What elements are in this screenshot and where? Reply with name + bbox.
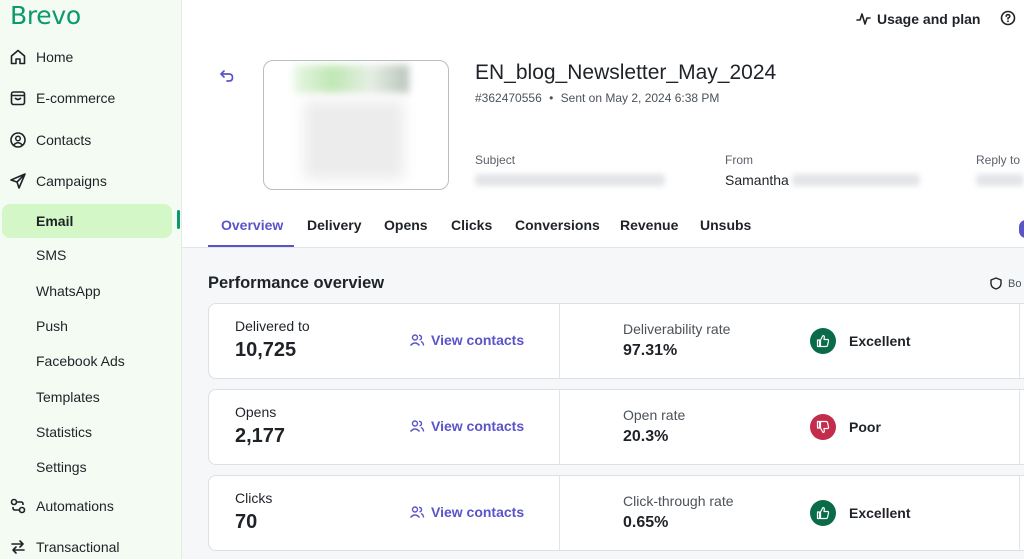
thumbs-up-icon [810, 500, 836, 526]
rate-label: Deliverability rate [623, 321, 731, 337]
user-circle-icon [9, 131, 27, 149]
rate-value: 0.65% [623, 514, 669, 531]
reply-to-label: Reply to [976, 153, 1021, 167]
sidebar-item-label: Contacts [36, 132, 92, 148]
sidebar: Brevo Home E-commerce Contacts Campaigns… [0, 0, 182, 559]
metric-label: Clicks [235, 490, 273, 506]
view-contacts-label: View contacts [431, 504, 525, 520]
email-preview-thumbnail[interactable] [263, 60, 449, 190]
usage-label: Usage and plan [877, 11, 981, 27]
sidebar-item-campaigns[interactable]: Campaigns [0, 164, 182, 198]
tab-opens[interactable]: Opens [384, 217, 428, 233]
rate-label: Click-through rate [623, 493, 734, 509]
tab-clicks[interactable]: Clicks [451, 217, 492, 233]
rating-label: Excellent [849, 505, 911, 521]
thumbs-up-icon [810, 328, 836, 354]
sidebar-item-label: E-commerce [36, 90, 116, 106]
sent-date: Sent on May 2, 2024 6:38 PM [560, 91, 720, 105]
sidebar-item-email[interactable]: Email [2, 204, 172, 238]
tab-unsubs[interactable]: Unsubs [700, 217, 751, 233]
rate-value: 97.31% [623, 342, 678, 359]
metric-value: 2,177 [235, 425, 286, 447]
separator-dot: • [549, 91, 554, 105]
sidebar-item-label: Push [36, 318, 68, 334]
from-value: Samantha [725, 172, 789, 188]
sidebar-item-label: Automations [36, 498, 114, 514]
bag-icon [9, 89, 27, 107]
active-indicator [177, 210, 180, 229]
sidebar-item-label: SMS [36, 247, 67, 263]
sidebar-item-automations[interactable]: Automations [0, 489, 182, 523]
automation-icon [9, 497, 27, 515]
view-contacts-link[interactable]: View contacts [409, 504, 524, 520]
metric-value: 10,725 [235, 339, 297, 361]
sidebar-item-transactional[interactable]: Transactional [0, 530, 182, 559]
usage-and-plan-button[interactable]: Usage and plan [856, 9, 980, 29]
campaign-title: EN_blog_Newsletter_May_2024 [475, 61, 777, 84]
sidebar-item-label: Settings [36, 459, 87, 475]
brevo-logo[interactable]: Brevo [10, 1, 81, 30]
tab-revenue[interactable]: Revenue [620, 217, 678, 233]
transfer-icon [9, 538, 27, 556]
bot-filter-toggle[interactable]: Bo [990, 277, 1021, 290]
sidebar-item-label: Transactional [36, 539, 120, 555]
users-icon [409, 334, 425, 346]
tab-delivery[interactable]: Delivery [307, 217, 361, 233]
sidebar-item-sms[interactable]: SMS [0, 238, 182, 272]
back-icon[interactable] [219, 68, 235, 84]
sidebar-item-label: Campaigns [36, 173, 107, 189]
metric-value: 70 [235, 511, 258, 533]
users-icon [409, 420, 425, 432]
sidebar-item-contacts[interactable]: Contacts [0, 123, 182, 157]
tab-bar: Overview Delivery Opens Clicks Conversio… [208, 205, 1024, 247]
bot-filter-label: Bo [1008, 277, 1022, 290]
users-icon [409, 506, 425, 518]
sidebar-item-label: Facebook Ads [36, 353, 125, 369]
view-contacts-link[interactable]: View contacts [409, 418, 524, 434]
rating-label: Excellent [849, 333, 911, 349]
sidebar-item-whatsapp[interactable]: WhatsApp [0, 274, 182, 308]
view-contacts-label: View contacts [431, 418, 525, 434]
sidebar-item-home[interactable]: Home [0, 40, 182, 74]
metric-card-opens: Opens 2,177 View contacts Open rate 20.3… [208, 389, 1024, 465]
sidebar-item-ecommerce[interactable]: E-commerce [0, 81, 182, 115]
tab-conversions[interactable]: Conversions [515, 217, 600, 233]
thumbs-down-icon [810, 414, 836, 440]
subject-value-redacted [475, 174, 665, 186]
send-icon [9, 172, 27, 190]
campaign-subline: #362470556 • Sent on May 2, 2024 6:38 PM [475, 91, 719, 105]
view-contacts-label: View contacts [431, 332, 525, 348]
activity-icon [856, 13, 871, 25]
tab-overview[interactable]: Overview [221, 217, 283, 233]
help-icon[interactable] [1000, 10, 1016, 26]
sidebar-item-label: WhatsApp [36, 283, 101, 299]
rate-label: Open rate [623, 407, 686, 423]
from-label: From [725, 153, 753, 167]
view-contacts-link[interactable]: View contacts [409, 332, 524, 348]
home-icon [9, 48, 27, 66]
sidebar-item-label: Statistics [36, 424, 93, 440]
from-email-redacted [792, 174, 920, 186]
metric-card-clicks: Clicks 70 View contacts Click-through ra… [208, 475, 1024, 551]
section-title: Performance overview [208, 274, 385, 292]
active-tab-indicator [208, 245, 294, 247]
sidebar-item-label: Email [36, 213, 74, 229]
metric-card-delivered: Delivered to 10,725 View contacts Delive… [208, 303, 1024, 379]
sidebar-item-settings[interactable]: Settings [0, 450, 182, 484]
reply-to-redacted [976, 174, 1024, 186]
shield-icon [990, 277, 1002, 290]
sidebar-item-label: Templates [36, 389, 100, 405]
sidebar-item-label: Home [36, 49, 74, 65]
metric-label: Delivered to [235, 318, 310, 334]
sidebar-item-facebook-ads[interactable]: Facebook Ads [0, 344, 182, 378]
sidebar-item-templates[interactable]: Templates [0, 380, 182, 414]
metric-label: Opens [235, 404, 277, 420]
subject-label: Subject [475, 153, 516, 167]
sidebar-item-push[interactable]: Push [0, 309, 182, 343]
rate-value: 20.3% [623, 428, 669, 445]
campaign-id: #362470556 [475, 91, 542, 105]
sidebar-item-statistics[interactable]: Statistics [0, 415, 182, 449]
rating-label: Poor [849, 419, 881, 435]
tab-scroll-indicator[interactable] [1019, 220, 1024, 238]
